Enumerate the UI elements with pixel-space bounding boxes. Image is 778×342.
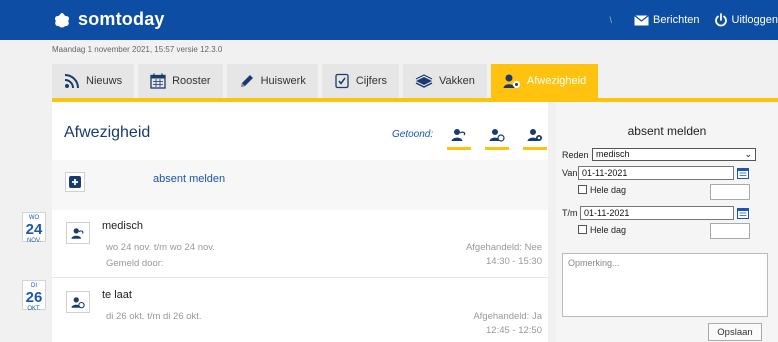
app-name: somtoday [78, 9, 165, 29]
filter-other[interactable] [523, 128, 548, 150]
record-handled: Afgehandeld: Nee [465, 242, 542, 253]
tab-afwezigheid[interactable]: Afwezigheid [490, 64, 599, 98]
from-date-input[interactable]: 01-11-2021 [578, 166, 734, 180]
date-day: 26 [25, 289, 43, 306]
main-tabs: Nieuws Rooster Huiswerk Cijfers Vakken A… [52, 64, 602, 98]
record-title: medisch [102, 220, 143, 232]
person-status-icon [527, 129, 543, 141]
tab-huiswerk[interactable]: Huiswerk [226, 64, 318, 98]
record-reported-by: Gemeld door: [106, 258, 164, 269]
record-period: di 26 okt. t/m di 26 okt. [106, 311, 202, 322]
calendar-icon[interactable] [737, 207, 749, 219]
version-line: Maandag 1 november 2021, 15:57 versie 12… [52, 45, 223, 54]
all-day-checkbox[interactable] [578, 225, 587, 234]
person-medical-icon [71, 227, 84, 239]
all-day-label: Hele dag [590, 185, 627, 195]
tab-label: Rooster [172, 75, 211, 87]
logout-link[interactable]: Uitloggen [714, 13, 778, 27]
tab-label: Huiswerk [260, 75, 306, 87]
app-logo[interactable]: somtoday [52, 9, 165, 30]
reason-select[interactable]: medisch ⌄ [592, 148, 756, 161]
tab-rooster[interactable]: Rooster [138, 64, 223, 98]
messages-link[interactable]: Berichten [634, 14, 700, 26]
reason-value: medisch [596, 149, 630, 159]
record-handled: Afgehandeld: Ja [473, 311, 542, 322]
add-absence-row: absent melden [52, 160, 548, 210]
list-item[interactable]: medisch wo 24 nov. t/m wo 24 nov. Gemeld… [52, 210, 548, 278]
calendar-icon [150, 73, 166, 89]
to-time-input[interactable] [710, 223, 750, 239]
date-badge: WO 24 NOV. [22, 212, 46, 244]
absence-icon [503, 74, 520, 88]
save-button[interactable]: Opslaan [708, 323, 762, 341]
to-label: T/m [562, 208, 578, 218]
books-icon [415, 74, 433, 88]
from-label: Van [562, 168, 578, 178]
date-day: 24 [25, 221, 43, 238]
list-item[interactable]: te laat di 26 okt. t/m di 26 okt. Afgeha… [52, 279, 548, 342]
tab-label: Cijfers [355, 75, 388, 87]
person-clock-icon [489, 129, 505, 142]
filter-absent[interactable] [485, 128, 510, 150]
messages-label: Berichten [653, 14, 700, 26]
header-separator: \ [609, 15, 613, 25]
all-day-label: Hele dag [590, 225, 627, 235]
from-time-input[interactable] [710, 184, 750, 200]
rss-icon [64, 74, 79, 89]
filter-medical[interactable] [447, 128, 472, 150]
grades-icon [335, 73, 349, 89]
tab-cijfers[interactable]: Cijfers [321, 64, 400, 98]
add-absence-link[interactable]: absent melden [153, 173, 225, 185]
power-icon [714, 13, 727, 27]
chevron-down-icon: ⌄ [744, 149, 752, 159]
record-type-icon [66, 222, 90, 244]
date-month: NOV. [26, 238, 42, 244]
all-day-checkbox[interactable] [578, 185, 587, 194]
reason-label: Reden [562, 150, 589, 160]
pencil-icon [240, 75, 253, 87]
calendar-icon[interactable] [737, 167, 749, 179]
plus-icon [69, 176, 81, 188]
logout-label: Uitloggen [731, 14, 778, 26]
logo-icon [54, 12, 70, 27]
date-month: OKT. [27, 306, 41, 312]
top-bar: somtoday \ Berichten Uitloggen [0, 0, 778, 40]
page-title: Afwezigheid [64, 124, 151, 141]
absence-panel: Afwezigheid Getoond: absent melden medis… [52, 102, 548, 342]
date-badge: DI 26 OKT. [22, 280, 46, 312]
record-title: te laat [102, 289, 132, 301]
form-title: absent melden [627, 124, 707, 138]
tab-vakken[interactable]: Vakken [403, 64, 487, 98]
envelope-icon [634, 14, 649, 25]
person-clock-icon [71, 296, 85, 308]
filter-bar: Getoond: [392, 128, 548, 150]
record-time: 14:30 - 15:30 [486, 256, 542, 267]
tab-label: Afwezigheid [526, 75, 587, 87]
report-absence-form: absent melden Reden medisch ⌄ Van 01-11-… [556, 102, 778, 342]
record-type-icon [66, 291, 90, 313]
to-date-input[interactable]: 01-11-2021 [580, 206, 734, 220]
tab-nieuws[interactable]: Nieuws [52, 64, 135, 98]
record-period: wo 24 nov. t/m wo 24 nov. [106, 242, 215, 253]
tab-label: Vakken [439, 75, 475, 87]
add-absence-button[interactable] [65, 172, 85, 192]
remark-textarea[interactable]: Opmerking... [562, 253, 768, 317]
record-time: 12:45 - 12:50 [486, 325, 542, 336]
tab-label: Nieuws [86, 75, 123, 87]
shown-label: Getoond: [392, 129, 434, 140]
person-medical-icon [451, 129, 466, 141]
